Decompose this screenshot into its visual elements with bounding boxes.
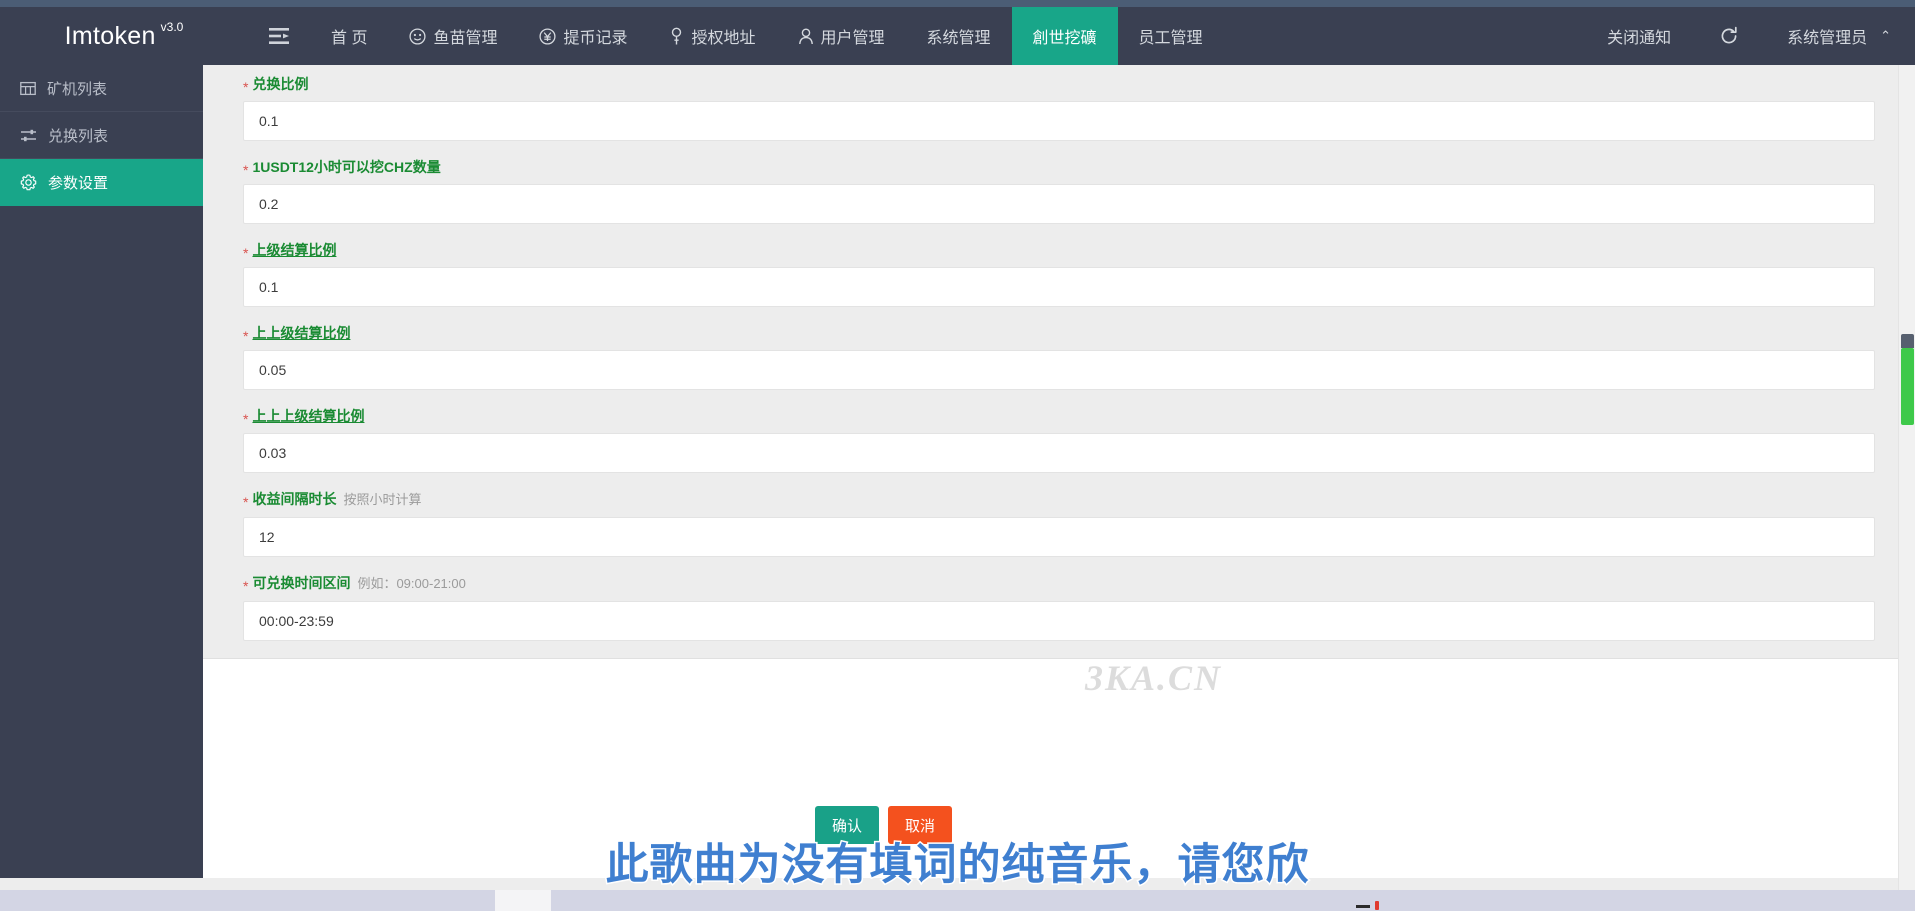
horizontal-scrollbar-thumb[interactable] [495, 890, 551, 911]
sliders-icon [20, 128, 37, 143]
nav-item-label: 员工管理 [1138, 30, 1203, 47]
required-asterisk: * [243, 328, 249, 344]
panel-footer-area [203, 658, 1915, 911]
field-label: * 可兑换时间区间 例如：09:00-21:00 [243, 574, 1875, 594]
hamburger-menu-button[interactable] [248, 7, 310, 65]
required-asterisk: * [243, 162, 249, 178]
nav-item-label: 首 页 [331, 30, 368, 47]
nav-item-fishfry-management[interactable]: 鱼苗管理 [388, 7, 518, 65]
confirm-button[interactable]: 确认 [815, 806, 879, 844]
nav-item-genesis-mining[interactable]: 創世挖礦 [1011, 7, 1118, 65]
form-actions: 确认 取消 [815, 806, 952, 844]
level3-settlement-ratio-input[interactable] [243, 433, 1875, 473]
user-account-label: 系统管理员 [1787, 30, 1868, 47]
form-group-level3-settlement-ratio: * 上上上级结算比例 [243, 407, 1875, 473]
app-root: Imtoken v3.0 首 页 鱼苗管理 提币记录 授权地址 用户管理 系统管… [0, 0, 1915, 911]
nav-item-label: 系统管理 [926, 30, 991, 47]
field-label: * 收益间隔时长 按照小时计算 [243, 490, 1875, 510]
field-label-text: 上级结算比例 [252, 242, 337, 258]
brand-version: v3.0 [160, 20, 184, 34]
field-label-text: 上上上级结算比例 [252, 408, 365, 424]
exchange-time-range-input[interactable] [243, 601, 1875, 641]
vertical-scrollbar[interactable] [1898, 65, 1915, 890]
table-icon [20, 81, 36, 96]
scrollbar-indicator-dot [1375, 901, 1379, 910]
bottom-gap-sidebar [0, 857, 203, 869]
required-asterisk: * [243, 494, 249, 510]
level1-settlement-ratio-input[interactable] [243, 267, 1875, 307]
gear-icon [20, 173, 37, 191]
nav-item-withdraw-records[interactable]: 提币记录 [518, 7, 648, 65]
scrollbar-marker [1356, 905, 1370, 908]
smile-circle-icon [409, 27, 427, 45]
horizontal-scrollbar[interactable] [0, 890, 1915, 911]
nav-item-home[interactable]: 首 页 [310, 7, 388, 65]
user-icon [798, 28, 814, 45]
nav-item-user-management[interactable]: 用户管理 [777, 7, 906, 65]
sidebar-item-label: 参数设置 [48, 174, 109, 192]
cancel-button[interactable]: 取消 [888, 806, 952, 844]
field-label: * 上上级结算比例 [243, 324, 1875, 344]
sidebar-item-parameter-settings[interactable]: 参数设置 [0, 159, 203, 206]
form-group-level2-settlement-ratio: * 上上级结算比例 [243, 324, 1875, 390]
nav-item-label: 授权地址 [691, 30, 756, 47]
field-label-text: 可兑换时间区间 [252, 575, 351, 591]
nav-item-system-management[interactable]: 系统管理 [906, 7, 1012, 65]
nav-item-staff-management[interactable]: 员工管理 [1118, 7, 1224, 65]
nav-item-authorized-address[interactable]: 授权地址 [648, 7, 776, 65]
main-navigation: 首 页 鱼苗管理 提币记录 授权地址 用户管理 系统管理 創世挖礦 员工管理 关… [248, 7, 1915, 65]
sidebar-item-exchange-list[interactable]: 兑换列表 [0, 112, 203, 159]
required-asterisk: * [243, 79, 249, 95]
form-group-level1-settlement-ratio: * 上级结算比例 [243, 241, 1875, 307]
form-group-exchange-time-range: * 可兑换时间区间 例如：09:00-21:00 [243, 574, 1875, 641]
close-notification-button[interactable]: 关闭通知 [1583, 7, 1695, 65]
bottom-gap [0, 857, 1915, 890]
nav-item-label: 鱼苗管理 [433, 30, 498, 47]
brand-name: Imtoken [64, 21, 156, 50]
field-label: * 上级结算比例 [243, 241, 1875, 261]
sidebar: 矿机列表 兑换列表 参数设置 [0, 65, 203, 911]
refresh-button[interactable] [1695, 7, 1763, 65]
required-asterisk: * [243, 578, 249, 594]
income-interval-input[interactable] [243, 517, 1875, 557]
field-label-hint: 例如：09:00-21:00 [357, 576, 466, 591]
nav-item-label: 創世挖礦 [1032, 30, 1097, 47]
vertical-scrollbar-thumb[interactable] [1901, 334, 1914, 425]
form-group-chz-mining-amount: * 1USDT12小时可以挖CHZ数量 [243, 158, 1875, 224]
header-right-actions: 关闭通知 系统管理员 ⌃ [1583, 7, 1915, 65]
key-pin-icon [669, 27, 684, 46]
required-asterisk: * [243, 245, 249, 261]
user-account-menu[interactable]: 系统管理员 ⌃ [1763, 7, 1915, 65]
sidebar-item-label: 兑换列表 [48, 127, 109, 145]
field-label: * 1USDT12小时可以挖CHZ数量 [243, 158, 1875, 178]
field-label-text: 收益间隔时长 [252, 491, 337, 507]
refresh-icon [1719, 26, 1739, 46]
field-label-text: 兑换比例 [252, 76, 309, 92]
sidebar-item-label: 矿机列表 [47, 80, 108, 98]
chz-mining-amount-input[interactable] [243, 184, 1875, 224]
list-indent-icon [268, 27, 290, 45]
form-group-exchange-ratio: * 兑换比例 [243, 75, 1875, 141]
chevron-up-icon: ⌃ [1880, 28, 1891, 43]
brand-logo[interactable]: Imtoken v3.0 [0, 7, 248, 65]
required-asterisk: * [243, 411, 249, 427]
level2-settlement-ratio-input[interactable] [243, 350, 1875, 390]
top-accent-strip [0, 0, 1915, 7]
field-label: * 兑换比例 [243, 75, 1875, 95]
yen-circle-icon [539, 27, 557, 45]
parameter-settings-form: * 兑换比例 * 1USDT12小时可以挖CHZ数量 * 上级结算比例 [203, 65, 1915, 641]
field-label: * 上上上级结算比例 [243, 407, 1875, 427]
nav-item-label: 提币记录 [563, 30, 628, 47]
main-content: * 兑换比例 * 1USDT12小时可以挖CHZ数量 * 上级结算比例 [203, 65, 1915, 911]
field-label-text: 上上级结算比例 [252, 325, 351, 341]
close-notification-label: 关闭通知 [1607, 30, 1672, 47]
sidebar-item-miner-list[interactable]: 矿机列表 [0, 65, 203, 112]
exchange-ratio-input[interactable] [243, 101, 1875, 141]
top-header: Imtoken v3.0 首 页 鱼苗管理 提币记录 授权地址 用户管理 系统管… [0, 7, 1915, 65]
nav-item-label: 用户管理 [820, 30, 885, 47]
field-label-hint: 按照小时计算 [343, 492, 422, 507]
form-group-income-interval: * 收益间隔时长 按照小时计算 [243, 490, 1875, 557]
field-label-text: 1USDT12小时可以挖CHZ数量 [252, 159, 441, 175]
